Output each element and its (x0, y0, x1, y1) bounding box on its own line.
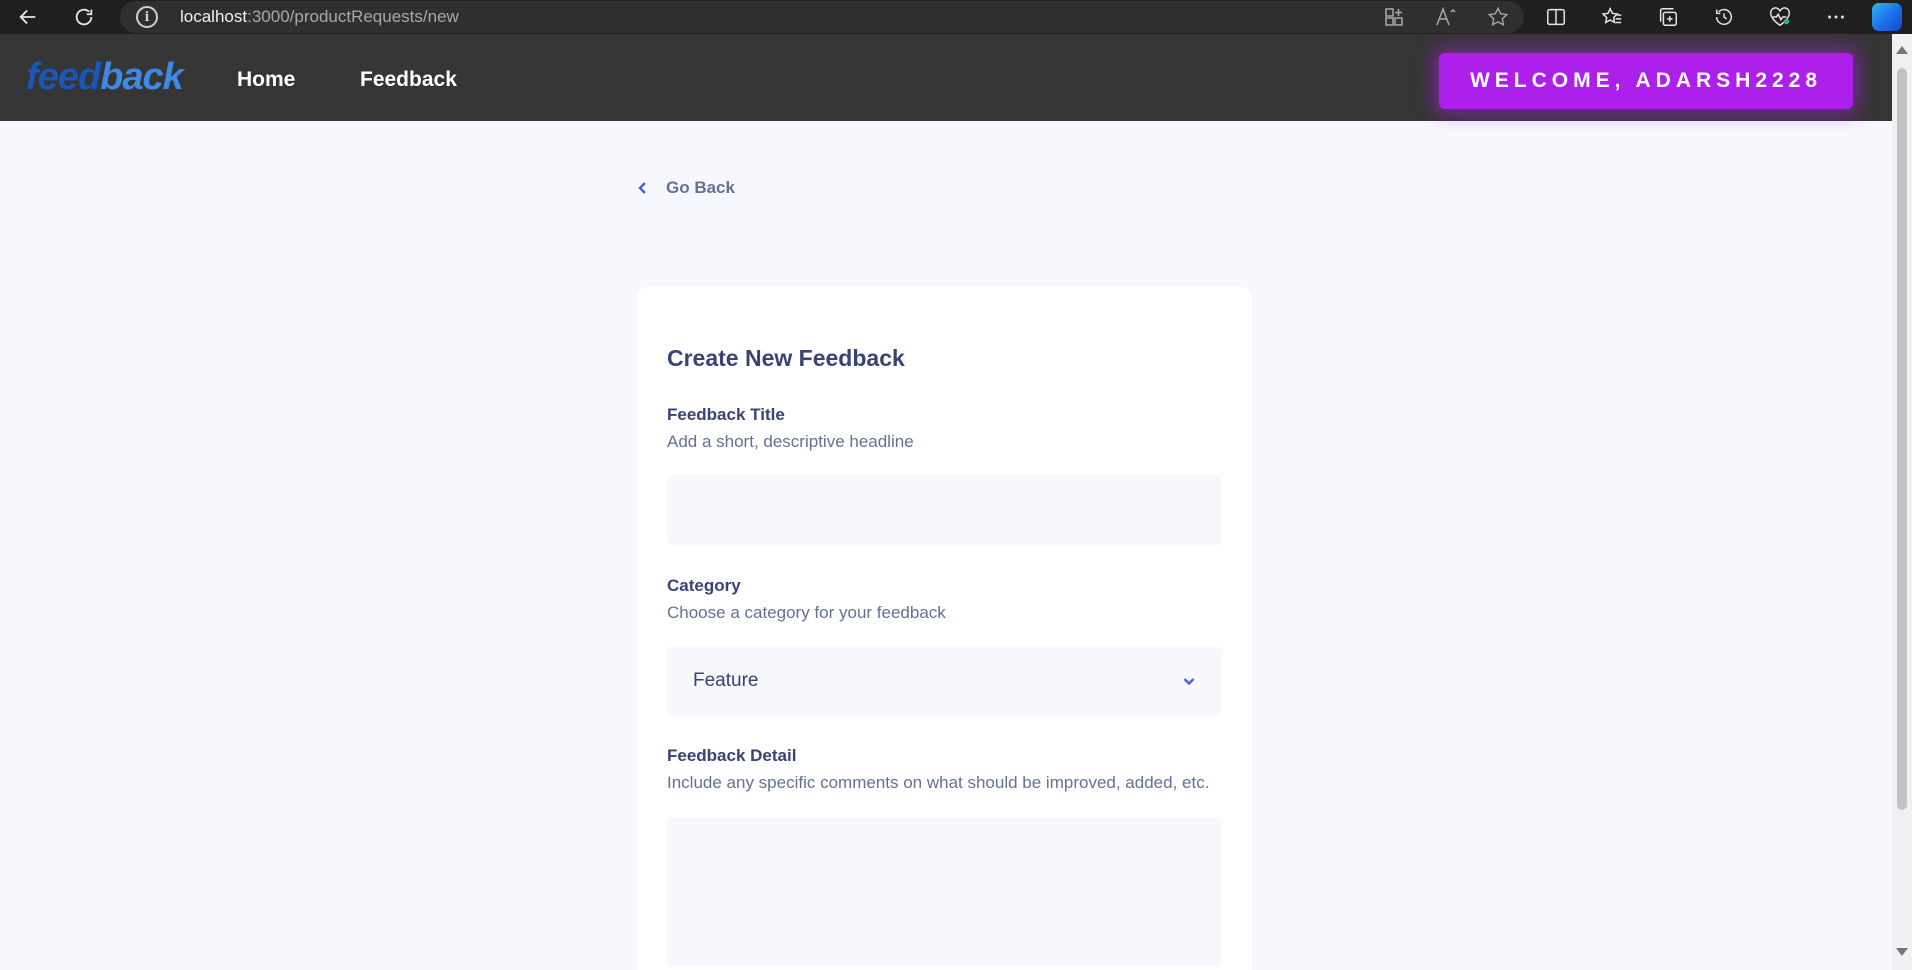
reload-icon[interactable] (64, 0, 104, 34)
app-available-icon[interactable] (1382, 5, 1406, 29)
collections-icon[interactable] (1652, 0, 1684, 34)
go-back-label: Go Back (666, 178, 735, 197)
scrollbar-thumb[interactable] (1897, 68, 1907, 810)
feedback-detail-textarea[interactable] (667, 817, 1222, 967)
more-options-icon[interactable] (1820, 0, 1852, 34)
back-arrow-icon[interactable] (8, 0, 48, 34)
browser-tools (1540, 0, 1852, 34)
browser-toolbar: i localhost:3000/productRequests/new (0, 0, 1912, 34)
page-scrollbar[interactable] (1892, 34, 1912, 970)
category-label: Category (667, 576, 741, 595)
url-host: localhost (180, 7, 248, 26)
category-select[interactable]: Feature (667, 646, 1222, 716)
address-bar-icons (1382, 1, 1510, 33)
chevron-down-icon (1183, 678, 1195, 686)
feedback-title-description: Add a short, descriptive headline (667, 432, 914, 451)
split-screen-icon[interactable] (1540, 0, 1572, 34)
logo-part-feed: feed (26, 56, 101, 98)
scroll-up-arrow-icon[interactable] (1896, 46, 1908, 54)
logo-part-back: back (100, 56, 184, 98)
address-bar[interactable]: i localhost:3000/productRequests/new (120, 1, 1524, 33)
create-feedback-card: Create New Feedback Feedback Title Add a… (637, 287, 1252, 970)
chevron-left-icon (638, 182, 646, 194)
url-path: :3000/productRequests/new (247, 7, 459, 26)
url-text[interactable]: localhost:3000/productRequests/new (180, 7, 459, 27)
welcome-user-button[interactable]: WELCOME, ADARSH2228 (1439, 53, 1853, 109)
feedback-detail-label: Feedback Detail (667, 746, 797, 765)
read-aloud-icon[interactable] (1434, 5, 1458, 29)
scroll-down-arrow-icon[interactable] (1896, 948, 1908, 956)
browser-essentials-icon[interactable] (1764, 0, 1796, 34)
feedback-detail-description: Include any specific comments on what sh… (667, 773, 1210, 792)
app-header: feedback Home Feedback WELCOME, ADARSH22… (0, 34, 1892, 121)
category-description: Choose a category for your feedback (667, 603, 946, 622)
feedback-title-label: Feedback Title (667, 405, 785, 424)
page-title: Create New Feedback (667, 345, 905, 371)
feedback-logo[interactable]: feedback (26, 56, 184, 99)
site-info-icon[interactable]: i (136, 6, 158, 28)
category-selected-value: Feature (693, 670, 759, 691)
copilot-icon[interactable] (1872, 3, 1902, 31)
favorite-star-icon[interactable] (1486, 5, 1510, 29)
go-back-link[interactable]: Go Back (636, 178, 735, 198)
nav-home-link[interactable]: Home (237, 68, 295, 92)
favorites-icon[interactable] (1596, 0, 1628, 34)
history-icon[interactable] (1708, 0, 1740, 34)
nav-feedback-link[interactable]: Feedback (360, 68, 457, 92)
feedback-title-input[interactable] (667, 475, 1222, 545)
